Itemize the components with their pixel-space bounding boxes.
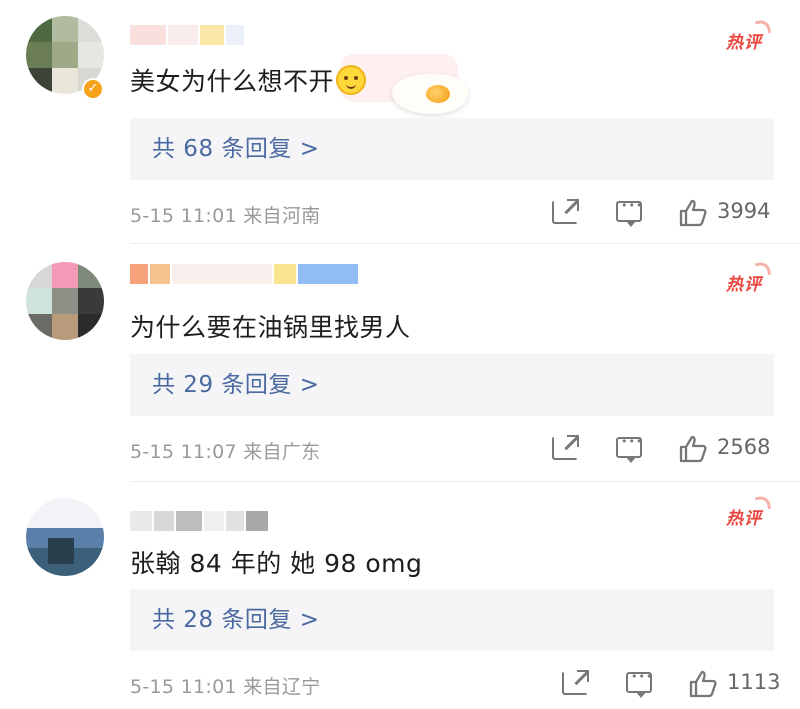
- avatar[interactable]: [26, 262, 104, 340]
- comment-text: 张翰 84 年的 她 98 omg: [130, 549, 423, 578]
- comment-icon[interactable]: [616, 435, 643, 463]
- username-blurred[interactable]: [130, 263, 360, 285]
- comment-actions: 1113: [558, 669, 786, 699]
- hot-comment-badge: 热评: [726, 494, 772, 529]
- comment-item: 热评 为什么要在油锅里找男人 共 29 条回复 > 5-15 11:07 来自广…: [0, 244, 800, 482]
- like-icon[interactable]: [688, 669, 718, 699]
- comment-item: 热评 张翰 84 年的 她 98 omg 共 28 条回复 > 5-15 11:…: [0, 482, 800, 709]
- comment-icon[interactable]: [616, 199, 643, 227]
- like-count: 1113: [727, 670, 781, 694]
- comment-meta: 5-15 11:07 来自广东: [130, 441, 321, 463]
- share-icon[interactable]: [562, 670, 589, 695]
- comment-meta: 5-15 11:01 来自河南: [130, 205, 321, 227]
- comment-actions: 2568: [548, 434, 776, 464]
- replies-link[interactable]: 共 29 条回复 >: [130, 354, 774, 416]
- comment-icon[interactable]: [626, 670, 653, 698]
- share-icon[interactable]: [552, 199, 579, 224]
- hot-comment-badge: 热评: [726, 260, 772, 295]
- sun-smile-emoji: [336, 65, 367, 95]
- replies-link[interactable]: 共 68 条回复 >: [130, 118, 774, 180]
- comment-text: 为什么要在油锅里找男人: [130, 313, 411, 342]
- replies-link[interactable]: 共 28 条回复 >: [130, 589, 774, 651]
- like-count: 3994: [717, 199, 771, 223]
- username-blurred[interactable]: [130, 510, 270, 532]
- verified-icon: ✓: [82, 78, 104, 100]
- comment-meta: 5-15 11:01 来自辽宁: [130, 676, 321, 698]
- like-icon[interactable]: [678, 434, 708, 464]
- like-icon[interactable]: [678, 198, 708, 228]
- comment-item: ✓ 热评 美女为什么想不开 共 68 条回复 > 5-15 11:01 来自河南…: [0, 0, 800, 244]
- username-blurred[interactable]: [130, 24, 246, 46]
- comment-text: 美女为什么想不开: [130, 62, 367, 98]
- like-count: 2568: [717, 435, 771, 459]
- avatar[interactable]: [26, 498, 104, 576]
- share-icon[interactable]: [552, 435, 579, 460]
- comment-actions: 3994: [548, 198, 776, 228]
- hot-comment-badge: 热评: [726, 18, 772, 53]
- fried-egg-sticker: [392, 74, 468, 114]
